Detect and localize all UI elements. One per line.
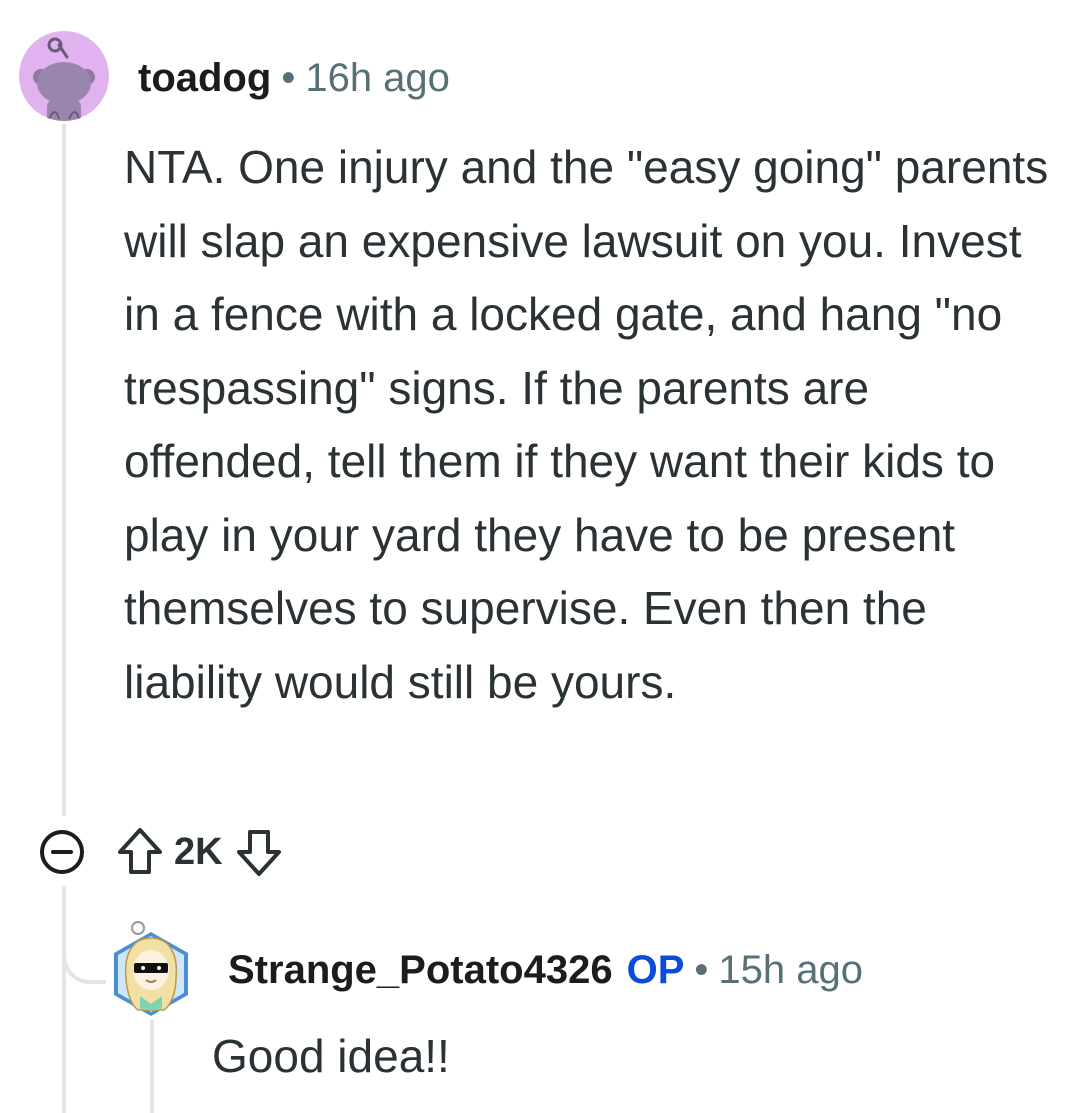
reply-body: Good idea!!	[212, 1030, 450, 1082]
downvote-arrow-icon[interactable]	[229, 822, 289, 882]
op-badge: OP	[626, 948, 685, 992]
thread-line-main	[62, 124, 66, 816]
comment-timestamp: 16h ago	[305, 56, 450, 100]
thread-line-reply	[150, 1020, 154, 1113]
upvote-arrow-icon[interactable]	[110, 822, 170, 882]
collapse-minus-icon[interactable]	[36, 826, 88, 878]
thread-line-children	[62, 886, 66, 1113]
reply-username[interactable]: Strange_Potato4326	[228, 948, 613, 992]
reply-meta: Strange_Potato4326 OP • 15h ago	[228, 950, 863, 990]
snoo-avatar-icon[interactable]	[19, 31, 109, 121]
custom-avatar-icon[interactable]	[108, 918, 194, 1018]
meta-separator: •	[281, 56, 296, 100]
comment-body: NTA. One injury and the "easy going" par…	[124, 141, 1049, 708]
reply-meta-separator: •	[694, 948, 709, 992]
comment-action-bar: 2K	[36, 822, 289, 882]
comment-meta: toadog • 16h ago	[138, 58, 450, 98]
thread-connector	[62, 930, 106, 984]
username[interactable]: toadog	[138, 56, 271, 100]
reply-timestamp: 15h ago	[718, 948, 863, 992]
vote-score: 2K	[174, 830, 223, 873]
